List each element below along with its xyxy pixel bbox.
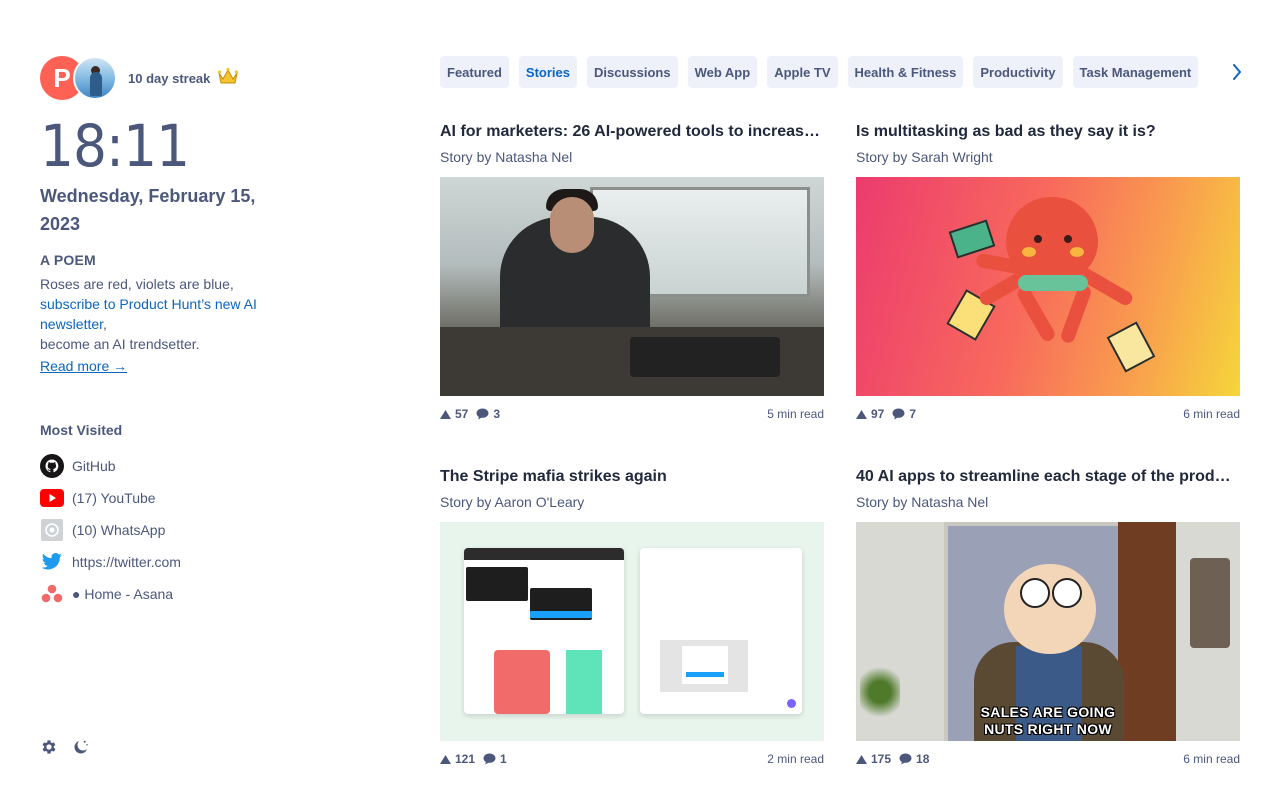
tabs-fade — [1208, 56, 1230, 88]
poem-line-3: become an AI trendsetter. — [40, 336, 200, 352]
category-tabs: Featured Stories Discussions Web App App… — [440, 56, 1240, 88]
upvote-count: 97 — [871, 407, 885, 421]
chevron-right-icon[interactable] — [1228, 62, 1246, 82]
upvote-button[interactable]: 175 — [856, 752, 891, 766]
asana-icon — [40, 582, 64, 606]
comment-count: 18 — [916, 752, 930, 766]
comments-button[interactable]: 3 — [476, 407, 500, 421]
upvote-count: 121 — [455, 752, 476, 766]
read-time: 5 min read — [767, 407, 824, 421]
upvote-count: 175 — [871, 752, 892, 766]
tab-task-management[interactable]: Task Management — [1072, 56, 1199, 88]
upvote-button[interactable]: 57 — [440, 407, 468, 421]
story-byline: Story by Aaron O'Leary — [440, 494, 585, 510]
twitter-icon — [40, 550, 64, 574]
upvote-button[interactable]: 121 — [440, 752, 475, 766]
tab-featured[interactable]: Featured — [440, 56, 509, 88]
crown-icon — [218, 67, 239, 90]
read-time: 6 min read — [1183, 407, 1240, 421]
story-meta: 121 1 2 min read — [440, 751, 824, 767]
sidebar: P 10 day streak 18:11 Wednesday, Februar… — [40, 56, 300, 776]
avatar-group[interactable]: P — [40, 56, 120, 100]
story-meta: 175 18 6 min read — [856, 751, 1240, 767]
story-byline: Story by Natasha Nel — [856, 494, 989, 510]
tab-web-app[interactable]: Web App — [687, 56, 758, 88]
most-visited-label: https://twitter.com — [72, 554, 181, 570]
footer-actions — [40, 738, 90, 756]
upvote-icon — [440, 754, 451, 764]
story-title[interactable]: The Stripe mafia strikes again — [440, 467, 824, 487]
image-caption-line-2: NUTS RIGHT NOW — [984, 721, 1112, 737]
image-caption-line-1: SALES ARE GOING — [980, 704, 1116, 720]
story-title[interactable]: Is multitasking as bad as they say it is… — [856, 122, 1240, 142]
story-byline: Story by Sarah Wright — [856, 149, 993, 165]
newsletter-link[interactable]: subscribe to Product Hunt’s new AI newsl… — [40, 296, 257, 332]
youtube-icon — [40, 486, 64, 510]
comments-button[interactable]: 1 — [483, 752, 507, 766]
comment-count: 3 — [493, 407, 501, 421]
most-visited-youtube[interactable]: (17) YouTube — [40, 482, 181, 514]
comments-button[interactable]: 7 — [892, 407, 916, 421]
poem-body: Roses are red, violets are blue, subscri… — [40, 274, 300, 354]
comment-count: 7 — [909, 407, 917, 421]
story-card[interactable]: Is multitasking as bad as they say it is… — [856, 122, 1240, 422]
most-visited-github[interactable]: GitHub — [40, 450, 181, 482]
poem-title: A POEM — [40, 252, 96, 268]
upvote-icon — [856, 409, 867, 419]
read-more-link[interactable]: Read more → — [40, 358, 300, 374]
story-image[interactable]: SALES ARE GOING NUTS RIGHT NOW — [856, 522, 1240, 741]
most-visited-label: GitHub — [72, 458, 116, 474]
gear-icon[interactable] — [40, 738, 58, 756]
streak-row: P 10 day streak — [40, 56, 300, 100]
tab-stories[interactable]: Stories — [518, 56, 577, 88]
most-visited: Most Visited GitHub (17) YouTube (10) Wh… — [40, 422, 181, 610]
most-visited-asana[interactable]: ● Home - Asana — [40, 578, 181, 610]
story-meta: 57 3 5 min read — [440, 406, 824, 422]
tab-discussions[interactable]: Discussions — [586, 56, 678, 88]
story-image[interactable] — [440, 522, 824, 741]
most-visited-title: Most Visited — [40, 422, 123, 438]
comment-icon — [892, 408, 905, 420]
story-image[interactable] — [440, 177, 824, 396]
upvote-icon — [856, 754, 867, 764]
comments-button[interactable]: 18 — [899, 752, 929, 766]
story-byline: Story by Natasha Nel — [440, 149, 573, 165]
story-card[interactable]: The Stripe mafia strikes again Story by … — [440, 467, 824, 767]
most-visited-label: (17) YouTube — [72, 490, 156, 506]
story-card[interactable]: 40 AI apps to streamline each stage of t… — [856, 467, 1240, 767]
github-icon — [40, 454, 64, 478]
story-card[interactable]: AI for marketers: 26 AI-powered tools to… — [440, 122, 824, 422]
most-visited-label: (10) WhatsApp — [72, 522, 166, 538]
moon-icon[interactable] — [72, 738, 90, 756]
upvote-count: 57 — [455, 407, 469, 421]
poem-link-suffix: , — [103, 316, 107, 332]
clock-date: Wednesday, February 15, 2023 — [40, 186, 256, 234]
most-visited-whatsapp[interactable]: (10) WhatsApp — [40, 514, 181, 546]
story-title[interactable]: AI for marketers: 26 AI-powered tools to… — [440, 122, 824, 142]
streak-label: 10 day streak — [128, 70, 211, 86]
upvote-button[interactable]: 97 — [856, 407, 884, 421]
read-time: 6 min read — [1183, 752, 1240, 766]
story-meta: 97 7 6 min read — [856, 406, 1240, 422]
upvote-icon — [440, 409, 451, 419]
tab-apple-tv[interactable]: Apple TV — [767, 56, 838, 88]
tab-health-fitness[interactable]: Health & Fitness — [847, 56, 964, 88]
most-visited-twitter[interactable]: https://twitter.com — [40, 546, 181, 578]
clock-time: 18:11 — [40, 112, 190, 180]
comment-count: 1 — [500, 752, 507, 766]
comment-icon — [483, 753, 496, 765]
tab-productivity[interactable]: Productivity — [973, 56, 1063, 88]
poem-line-1: Roses are red, violets are blue, — [40, 276, 234, 292]
story-image[interactable] — [856, 177, 1240, 396]
comment-icon — [476, 408, 489, 420]
comment-icon — [899, 753, 912, 765]
whatsapp-icon — [40, 518, 64, 542]
story-title[interactable]: 40 AI apps to streamline each stage of t… — [856, 467, 1240, 487]
avatar[interactable] — [73, 56, 117, 100]
most-visited-label: ● Home - Asana — [72, 586, 174, 602]
read-time: 2 min read — [767, 752, 824, 766]
